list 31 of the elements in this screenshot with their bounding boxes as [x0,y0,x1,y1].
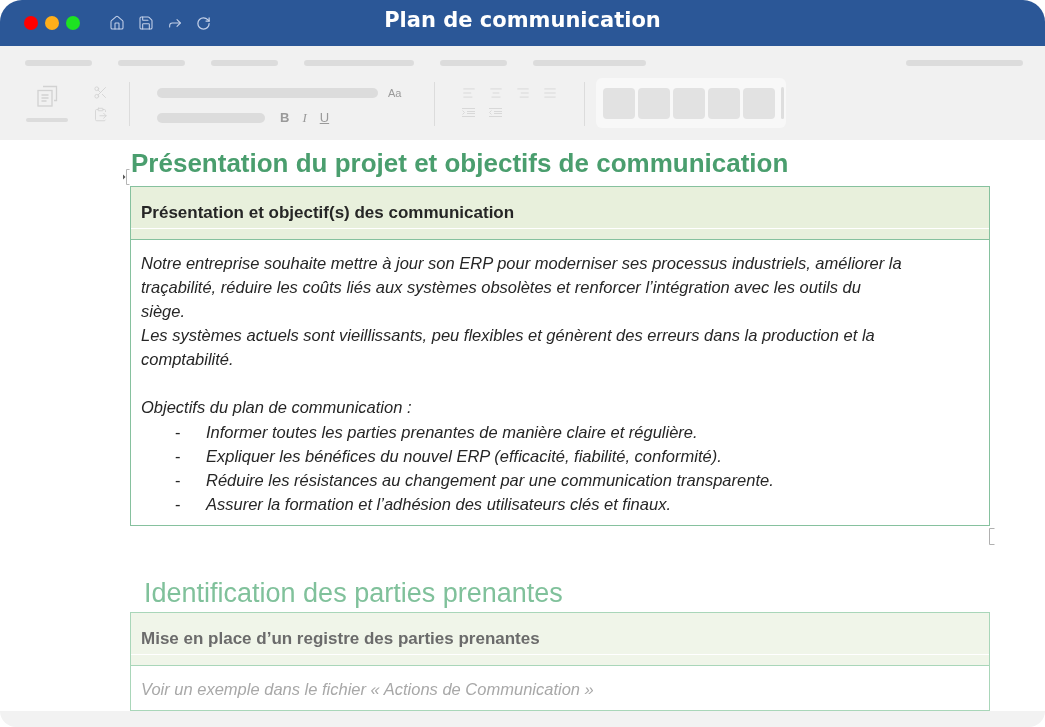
table-header-cell: Mise en place d’un registre des parties prenantes [131,613,989,666]
list-item-text: Assurer la formation et l’adhésion des utilisateurs clés et finaux. [206,494,671,515]
list-item-text: Informer toutes les parties prenantes de manière claire et régulière. [206,422,698,443]
body-paragraph: Voir un exemple dans le fichier « Actions de Communication » [141,679,595,700]
window-title: Plan de communication [384,7,661,34]
list-marker: - [175,446,182,467]
italic-button[interactable]: I [302,111,307,125]
list-item-text: Réduire les résistances au changement par une communication transparente. [206,470,774,491]
indent-icon[interactable] [462,108,476,117]
table-move-handle-icon[interactable] [123,169,130,185]
list-title: Objectifs du plan de communication : [141,397,413,418]
clipboard-icon[interactable] [93,107,108,122]
section-heading: Présentation du projet et objectifs de communication [130,148,789,178]
table-resize-handle-icon[interactable] [989,528,995,545]
home-icon[interactable] [109,15,125,31]
documents-icon[interactable] [36,85,58,107]
refresh-icon[interactable] [196,15,211,31]
outdent-icon[interactable] [489,108,503,117]
scissors-icon[interactable] [93,85,108,100]
list-marker: - [175,470,182,491]
list-item-text: Expliquer les bénéfices du nouvel ERP (efficacité, fiabilité, conformité). [206,446,722,467]
body-paragraph: Notre entreprise souhaite mettre à jour son ERP pour moderniser ses processus industriels, améliorer la traçabilité, réduire les coûts liés aux systèmes obsolètes et renforcer l’intégration avec les outils du siège. [141,253,903,322]
section-heading: Identification des parties prenantes [143,577,563,609]
body-paragraph: Les systèmes actuels sont vieillissants, peu flexibles et génèrent des erreurs dans la production et la comptabilité. [141,325,876,370]
save-icon[interactable] [138,15,154,31]
list-marker: - [175,494,182,515]
bold-button[interactable]: B [280,111,290,125]
change-case-button[interactable]: Aa [388,87,402,99]
underline-button[interactable]: U [319,111,330,125]
table-header-cell: Présentation et objectif(s) des communication [131,187,989,240]
list-marker: - [175,422,182,443]
